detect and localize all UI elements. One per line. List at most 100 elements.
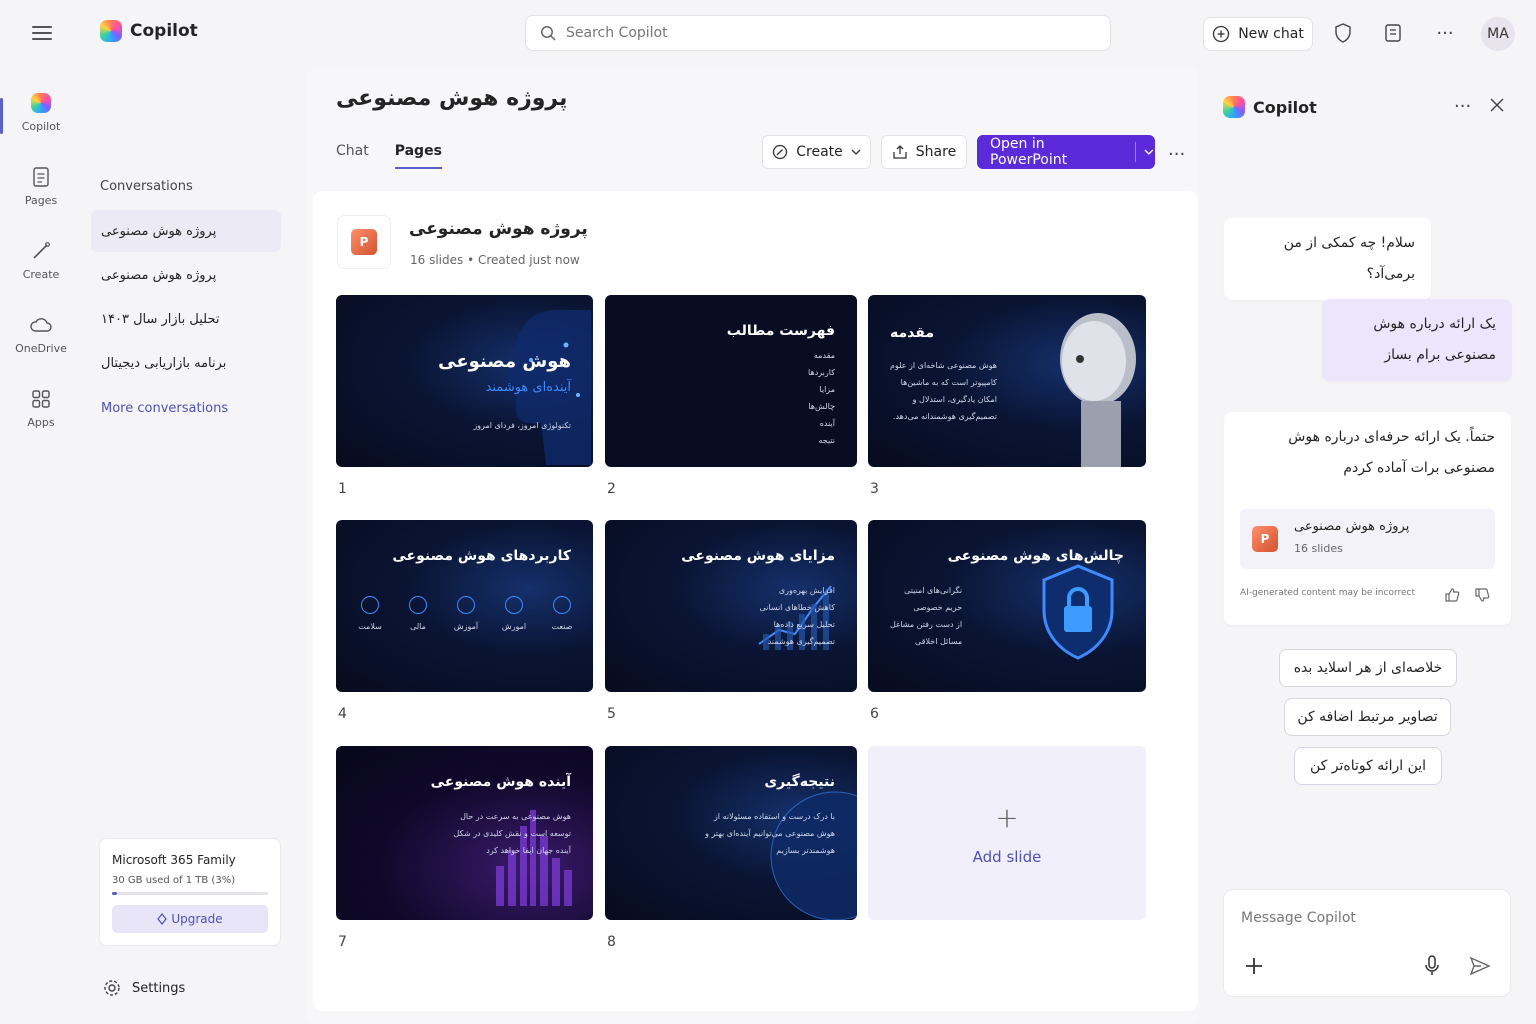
app-logo[interactable]: Copilot	[100, 20, 198, 42]
new-chat-button[interactable]: New chat	[1203, 17, 1313, 51]
app-name: Copilot	[130, 21, 198, 41]
create-button[interactable]: Create	[762, 135, 871, 169]
conversation-label: پروژه هوش مصنوعی	[101, 267, 217, 283]
hexagon-icon	[553, 596, 571, 614]
slide-text-list: مقدمه کاربردها مزایا چالش‌ها آینده نتیجه	[808, 347, 835, 449]
presentation-reference-card[interactable]: P پروژه هوش مصنوعی 16 slides	[1240, 509, 1495, 569]
send-icon[interactable]	[1469, 956, 1491, 980]
slide-text-list: افزایش بهره‌وری کاهش خطاهای انسانی تحلیل…	[759, 582, 835, 650]
slide-line: هوشمندتر بسازیم	[776, 846, 835, 855]
slide-thumbnail[interactable]: هوش مصنوعی آینده‌ای هوشمند تکنولوژی امرو…	[336, 295, 593, 467]
rail-label: Pages	[24, 194, 58, 207]
slide-title: نتیجه‌گیری	[764, 774, 835, 790]
suggestion-chip[interactable]: خلاصه‌ای از هر اسلاید بده	[1279, 649, 1457, 687]
ai-disclaimer: AI-generated content may be incorrect	[1240, 588, 1416, 598]
suggestion-label: خلاصه‌ای از هر اسلاید بده	[1293, 660, 1443, 676]
open-in-powerpoint-button[interactable]: Open in PowerPoint	[977, 135, 1155, 169]
slide-thumbnail[interactable]: فهرست مطالب مقدمه کاربردها مزایا چالش‌ها…	[605, 295, 857, 467]
slide-title: فهرست مطالب	[726, 323, 835, 339]
new-chat-label: New chat	[1238, 26, 1304, 42]
slide-line: هوش مصنوعی به سرعت در حال	[460, 812, 571, 821]
conversation-item[interactable]: تحلیل بازار سال ۱۴۰۳	[91, 298, 281, 340]
share-label: Share	[915, 144, 957, 160]
plus-icon[interactable]	[1244, 956, 1264, 980]
rail-item-pages[interactable]: Pages	[6, 164, 76, 207]
slide-thumbnail[interactable]: مقدمه هوش مصنوعی شاخه‌ای از علوم کامپیوت…	[868, 295, 1146, 467]
storage-title: Microsoft 365 Family	[112, 853, 236, 867]
rail-item-apps[interactable]: Apps	[6, 386, 76, 429]
rail-label: Apps	[27, 416, 55, 429]
rail-item-copilot[interactable]: Copilot	[0, 90, 76, 134]
slide-number: 4	[338, 706, 347, 722]
conversation-item[interactable]: پروژه هوش مصنوعی	[91, 254, 281, 296]
message-text: سلام! چه کمکی از من برمی‌آد؟	[1283, 235, 1415, 282]
icon-caption: امورش	[501, 622, 527, 631]
storage-usage: 30 GB used of 1 TB (3%)	[112, 875, 236, 886]
left-rail: Copilot Pages Create OneDrive Apps	[0, 66, 80, 1024]
slide-subtitle: آینده‌ای هوشمند	[485, 380, 571, 395]
slide-text: تکنولوژی امروز، فردای امروز	[473, 421, 571, 430]
thumbs-down-icon[interactable]	[1474, 584, 1490, 615]
more-options-icon[interactable]: ···	[1454, 96, 1471, 117]
thumbs-up-icon[interactable]	[1444, 584, 1460, 615]
slide-line: هوش مصنوعی شاخه‌ای از علوم	[890, 361, 997, 370]
suggestion-chip[interactable]: این ارائه کوتاه‌تر کن	[1294, 747, 1442, 785]
share-button[interactable]: Share	[881, 135, 967, 169]
rail-item-onedrive[interactable]: OneDrive	[6, 312, 76, 355]
suggestion-label: این ارائه کوتاه‌تر کن	[1309, 758, 1427, 774]
rail-label: Create	[22, 268, 60, 281]
slide-thumbnail[interactable]: کاربردهای هوش مصنوعی سلامت مالی آموزش ام…	[336, 520, 593, 692]
chevron-down-icon[interactable]	[1144, 149, 1154, 155]
slide-number: 7	[338, 934, 347, 950]
robot-head-graphic	[1060, 313, 1136, 467]
conversation-item[interactable]: پروژه هوش مصنوعی	[91, 210, 281, 252]
close-icon[interactable]	[1490, 98, 1504, 116]
diamond-icon	[157, 913, 168, 925]
more-options-icon[interactable]: ···	[1168, 144, 1185, 165]
copilot-logo-icon	[100, 20, 122, 42]
tab-pages[interactable]: Pages	[394, 143, 442, 169]
add-slide-button[interactable]: + Add slide	[868, 746, 1146, 920]
slide-text-list: با درک درست و استفاده مسئولانه از هوش مص…	[705, 808, 835, 859]
avatar[interactable]: MA	[1481, 17, 1515, 51]
copilot-logo-icon	[1223, 96, 1245, 118]
search-icon	[541, 26, 556, 41]
tab-chat[interactable]: Chat	[336, 143, 369, 169]
conversations-sidebar: Conversations پروژه هوش مصنوعی پروژه هوش…	[80, 66, 302, 1024]
slide-line: حریم خصوصی	[913, 603, 963, 612]
slide-line: با درک درست و استفاده مسئولانه از	[713, 812, 835, 821]
slide-line: تصمیم‌گیری هوشمندانه می‌دهد.	[892, 412, 997, 421]
panel-title: Copilot	[1253, 97, 1317, 117]
settings-button[interactable]: Settings	[102, 978, 185, 998]
storage-bar-fill	[112, 892, 117, 895]
hamburger-menu-icon[interactable]	[32, 26, 52, 40]
slide-text-list: هوش مصنوعی به سرعت در حال توسعه است و نق…	[453, 808, 571, 859]
message-input[interactable]: Message Copilot	[1241, 910, 1356, 926]
more-options-icon[interactable]: ···	[1431, 19, 1459, 47]
notebook-icon[interactable]	[1379, 19, 1407, 47]
slide-text-list: هوش مصنوعی شاخه‌ای از علوم کامپیوتر است …	[890, 357, 997, 425]
slide-line: چالش‌ها	[808, 402, 835, 411]
upgrade-button[interactable]: Upgrade	[112, 905, 268, 933]
slide-number: 3	[870, 481, 879, 497]
ref-card-title: پروژه هوش مصنوعی	[1294, 519, 1410, 534]
open-in-powerpoint-label: Open in PowerPoint	[990, 136, 1068, 168]
slide-line: آینده	[819, 419, 835, 428]
slide-line: مزایا	[819, 385, 835, 394]
suggestion-chip[interactable]: تصاویر مرتبط اضافه کن	[1284, 698, 1451, 736]
rail-item-create[interactable]: Create	[6, 238, 76, 281]
shield-icon[interactable]	[1329, 19, 1357, 47]
microphone-icon[interactable]	[1424, 955, 1440, 981]
storage-bar	[112, 892, 268, 895]
plus-icon: +	[995, 800, 1019, 834]
conversation-item[interactable]: برنامه بازاریابی دیجیتال	[91, 342, 281, 384]
split-divider	[1135, 142, 1137, 162]
search-input[interactable]: Search Copilot	[525, 15, 1111, 51]
slide-thumbnail[interactable]: چالش‌های هوش مصنوعی نگرانی‌های امنیتی حر…	[868, 520, 1146, 692]
icon-caption: سلامت	[358, 622, 382, 631]
new-chat-icon	[1213, 25, 1230, 43]
slide-thumbnail[interactable]: نتیجه‌گیری با درک درست و استفاده مسئولان…	[605, 746, 857, 920]
slide-thumbnail[interactable]: آینده هوش مصنوعی هوش مصنوعی به سرعت در ح…	[336, 746, 593, 920]
more-conversations-link[interactable]: More conversations	[101, 401, 228, 416]
slide-thumbnail[interactable]: مزایای هوش مصنوعی افزایش بهره‌وری کاهش خ…	[605, 520, 857, 692]
